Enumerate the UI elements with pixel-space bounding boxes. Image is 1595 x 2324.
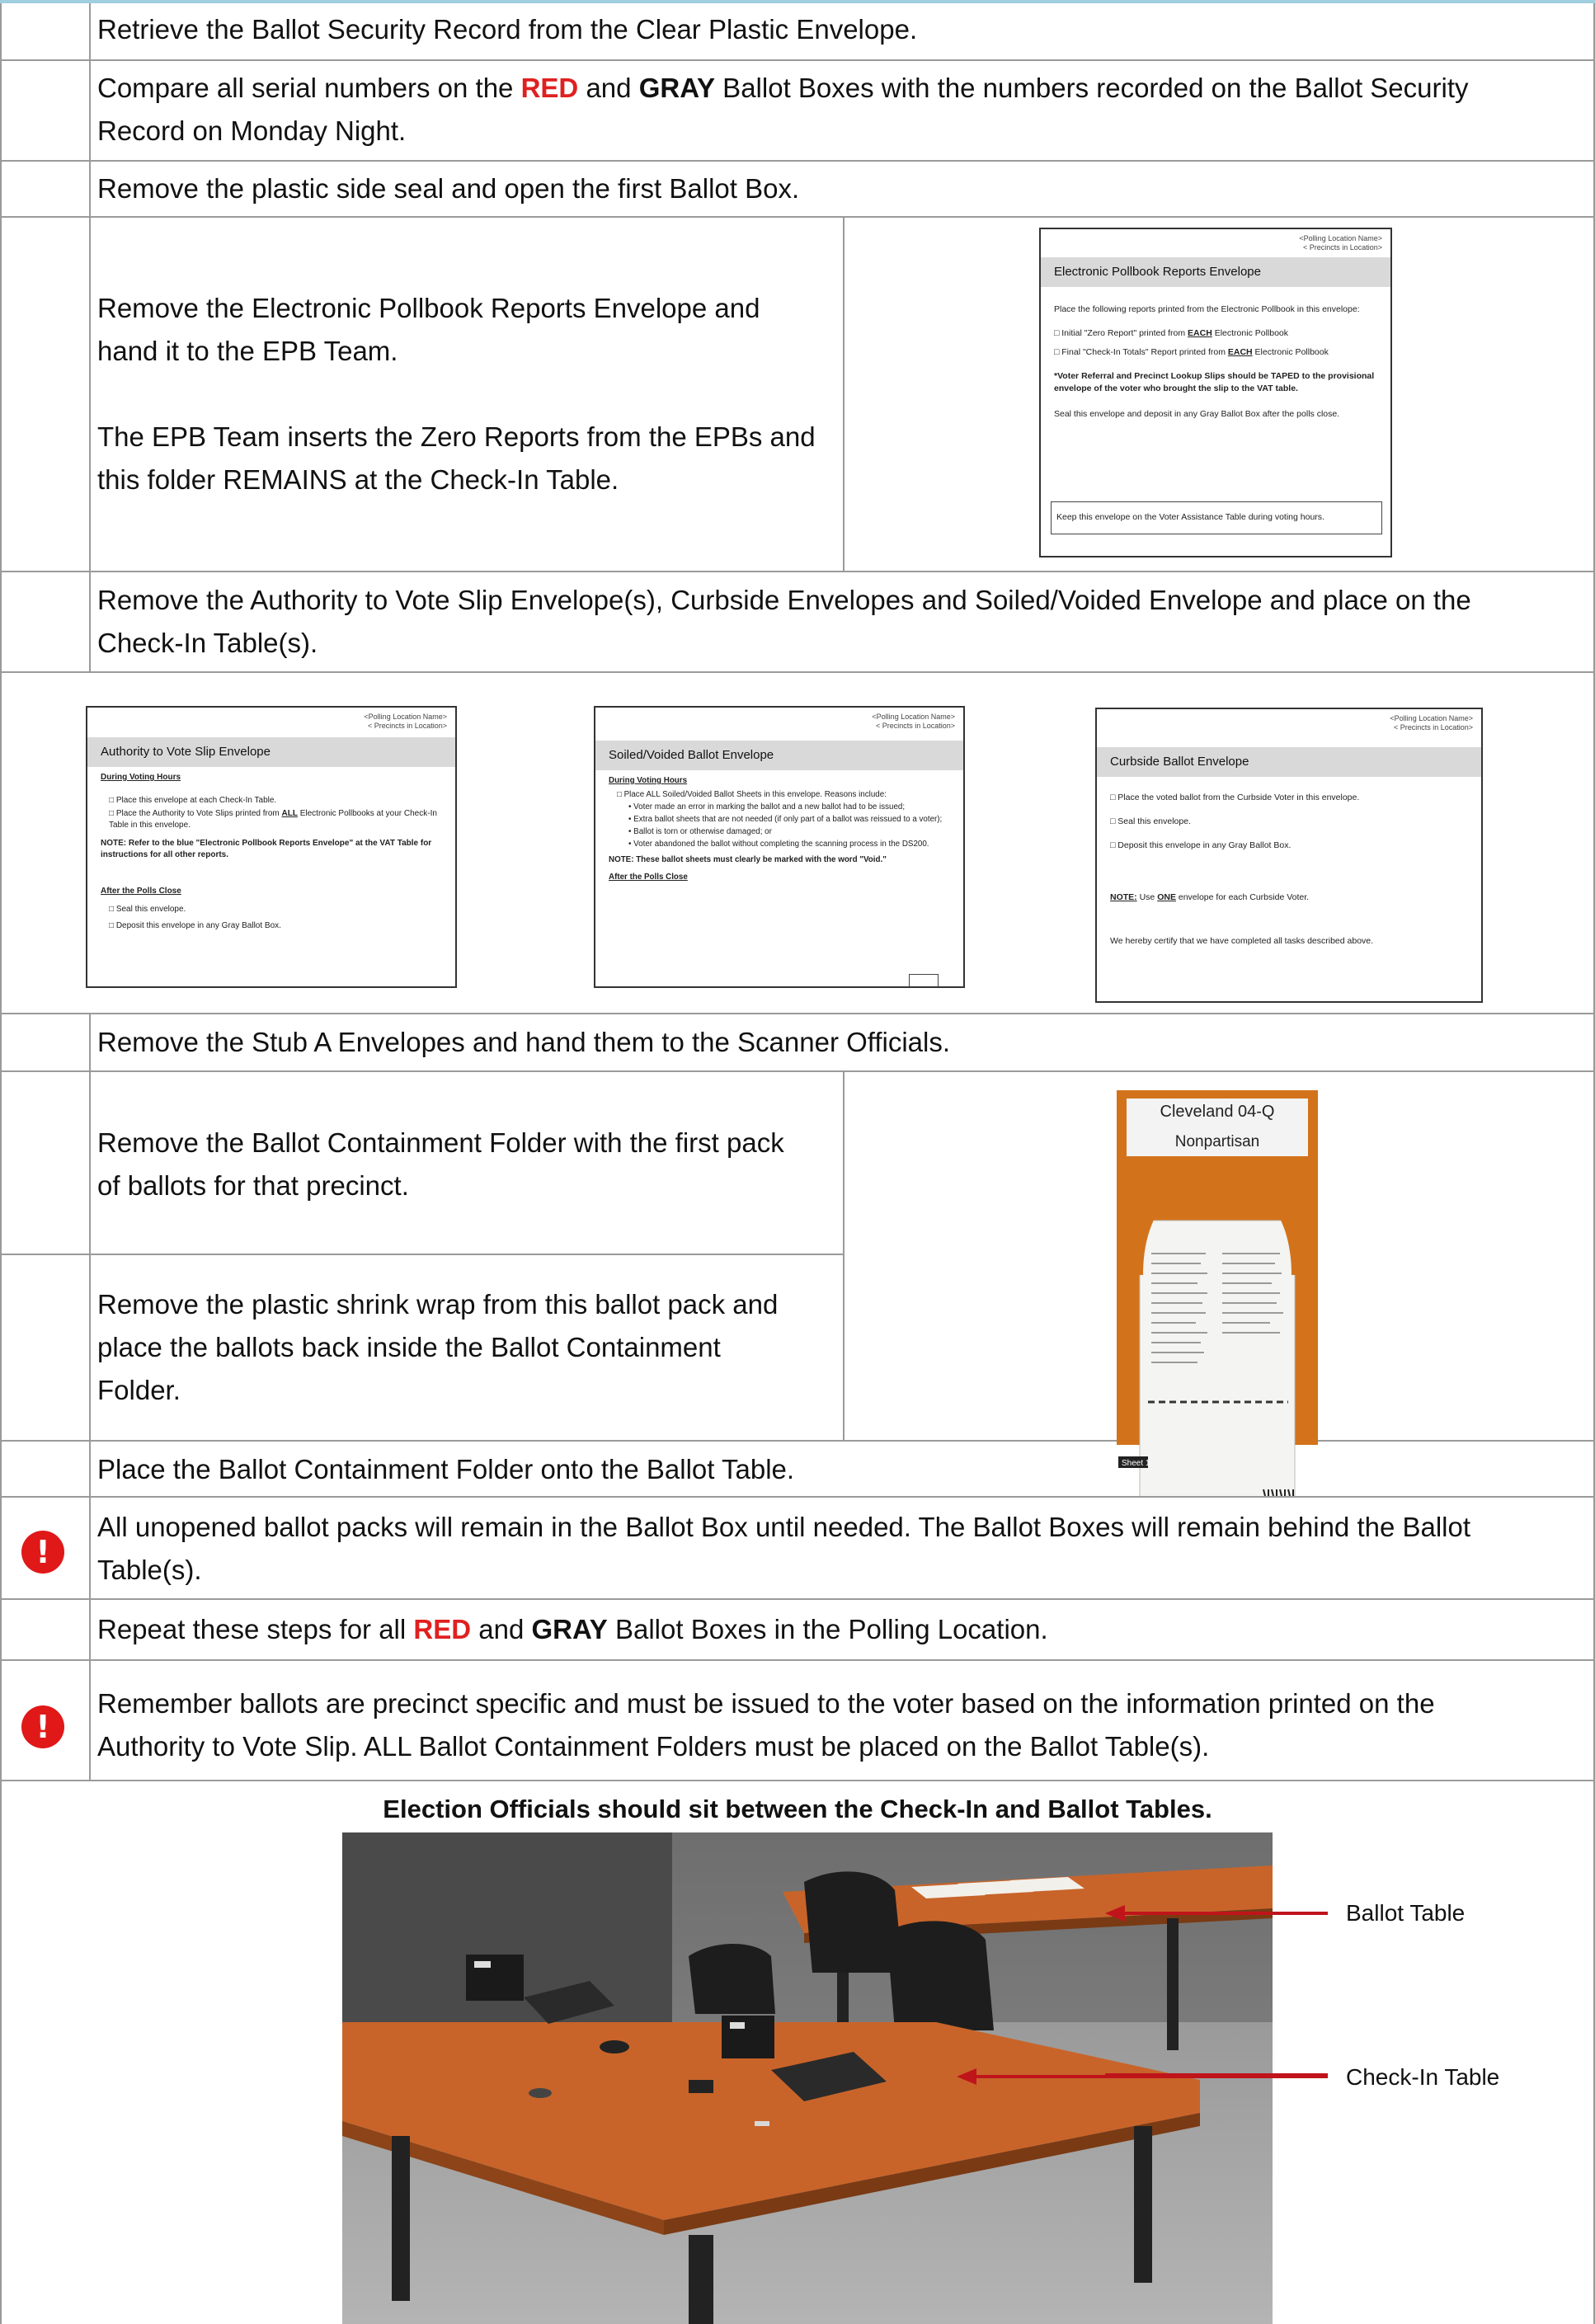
step-open-ballot-box: Remove the plastic side seal and open th… <box>97 173 800 204</box>
row12-marker-cell <box>0 1598 91 1661</box>
step-epb-envelope: Remove the Electronic Pollbook Reports E… <box>97 293 760 366</box>
step-unopened-packs: All unopened ballot packs will remain in… <box>97 1512 1471 1585</box>
checkin-table-label: Check-In Table <box>1346 2064 1500 2090</box>
step-remove-folder: Remove the Ballot Containment Folder wit… <box>97 1127 784 1201</box>
row5-marker-cell <box>0 571 91 673</box>
step-retrieve-record: Retrieve the Ballot Security Record from… <box>97 14 918 45</box>
step-shrink-wrap: Remove the plastic shrink wrap from this… <box>97 1289 779 1405</box>
folder-precinct-label: Cleveland 04-Q <box>1160 1103 1275 1121</box>
step-compare-serials: Compare all serial numbers on the RED an… <box>97 73 1469 146</box>
alert-icon: ! <box>21 1705 64 1748</box>
row4-text-cell <box>89 216 845 572</box>
row3-marker-cell <box>0 160 91 218</box>
row10-marker-cell <box>0 1440 91 1498</box>
step-envelopes-checkin: Remove the Authority to Vote Slip Envelo… <box>97 585 1471 658</box>
row4-marker-cell <box>0 216 91 572</box>
row1-marker-cell <box>0 3 91 61</box>
step-stub-a: Remove the Stub A Envelopes and hand the… <box>97 1027 951 1057</box>
authority-to-vote-envelope-image: <Polling Location Name> < Precincts in Lo… <box>86 706 457 988</box>
epb-envelope-title: Electronic Pollbook Reports Envelope <box>1041 257 1390 287</box>
epb-envelope-image: <Polling Location Name> < Precincts in Lo… <box>1039 228 1392 557</box>
step-repeat: Repeat these steps for all RED and GRAY … <box>97 1614 1048 1644</box>
folder-type-label: Nonpartisan <box>1175 1133 1259 1150</box>
arrows-overlay <box>1105 1905 1328 2077</box>
ballot-table-label: Ballot Table <box>1346 1900 1466 1926</box>
row7-marker-cell <box>0 1013 91 1072</box>
step-precinct-specific: Remember ballots are precinct specific a… <box>97 1688 1435 1762</box>
curbside-envelope-title: Curbside Ballot Envelope <box>1097 747 1481 777</box>
curbside-envelope-image: <Polling Location Name> < Precincts in Lo… <box>1095 708 1483 1003</box>
step-epb-team: The EPB Team inserts the Zero Reports fr… <box>97 421 816 495</box>
row9-marker-cell <box>0 1254 91 1442</box>
row2-marker-cell <box>0 59 91 162</box>
alert-icon: ! <box>21 1531 64 1574</box>
epb-keep-box: Keep this envelope on the Voter Assistan… <box>1051 501 1382 534</box>
step-place-folder: Place the Ballot Containment Folder onto… <box>97 1454 795 1484</box>
row8-marker-cell <box>0 1070 91 1255</box>
seating-caption: Election Officials should sit between th… <box>383 1795 1212 1823</box>
document-page: Retrieve the Ballot Security Record from… <box>0 0 1595 2324</box>
atv-envelope-title: Authority to Vote Slip Envelope <box>87 737 455 767</box>
checkin-arrow <box>957 2068 1328 2085</box>
ballot-containment-folder-image: Cleveland 04-Q Nonpartisan Sheet 1 <box>1117 1090 1318 1498</box>
soiled-envelope-title: Soiled/Voided Ballot Envelope <box>595 741 963 770</box>
soiled-voided-envelope-image: <Polling Location Name> < Precincts in Lo… <box>594 706 965 988</box>
